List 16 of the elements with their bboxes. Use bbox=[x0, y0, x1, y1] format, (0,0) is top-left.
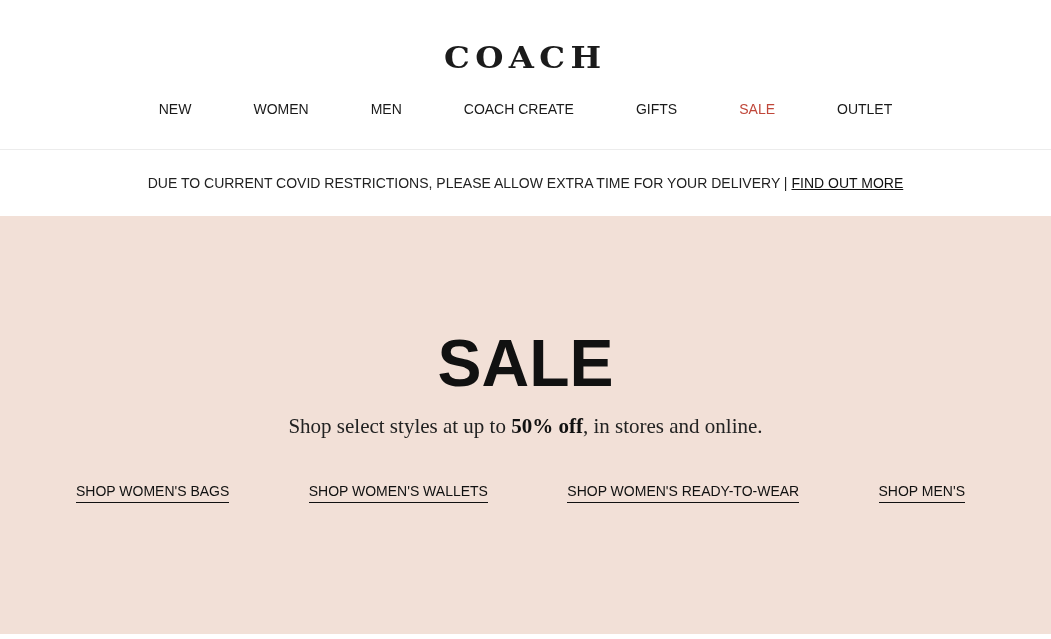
shop-link[interactable]: SHOP MEN'S bbox=[878, 483, 965, 503]
nav-link[interactable]: NEW bbox=[158, 101, 192, 117]
nav-link[interactable]: MEN bbox=[370, 101, 402, 117]
delivery-notice: DUE TO CURRENT COVID RESTRICTIONS, PLEASE ALLOW EXTRA TIME FOR YOUR DELIVERY | bbox=[147, 175, 788, 191]
shop-link[interactable]: SHOP WOMEN'S READY-TO-WEAR bbox=[567, 483, 800, 503]
sale-title: SALE bbox=[437, 328, 614, 398]
nav-link[interactable]: WOMEN bbox=[253, 101, 309, 117]
nav-link[interactable]: COACH CREATE bbox=[463, 101, 574, 117]
sale-subtitle: Shop select styles at up to 50% off, in stores and online. bbox=[288, 414, 763, 439]
shop-link[interactable]: SHOP WOMEN'S BAGS bbox=[76, 483, 230, 503]
nav-link[interactable]: OUTLET bbox=[837, 101, 893, 117]
nav-link[interactable]: GIFTS bbox=[635, 101, 678, 117]
find-out-more-link[interactable]: FIND OUT MORE bbox=[791, 175, 904, 191]
brand-logo[interactable]: COACH bbox=[444, 42, 607, 74]
shop-link[interactable]: SHOP WOMEN'S WALLETS bbox=[308, 483, 488, 503]
nav-link[interactable]: SALE bbox=[739, 101, 775, 117]
